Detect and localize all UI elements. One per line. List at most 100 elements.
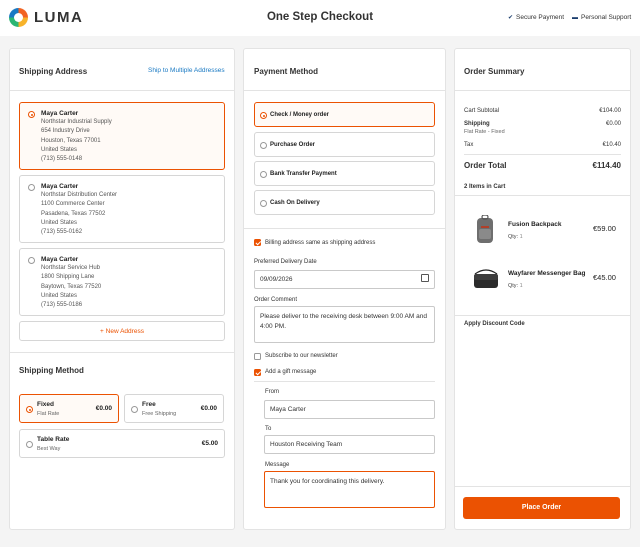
payment-option-label: Purchase Order [270,142,316,148]
place-order-button[interactable]: Place Order [463,497,620,519]
address-text: Maya Carter Northstar Distribution Cente… [41,183,118,236]
product-name: Wayfarer Messenger Bag [508,270,586,277]
shipping-option-name: Free [142,401,156,408]
product-qty: Qty: 1 [508,283,523,289]
shipping-option-free[interactable]: Free Free Shipping €0.00 [124,394,224,423]
comment-textarea[interactable]: Please deliver to the receiving desk bet… [254,306,435,343]
secure-payment-label: Secure Payment [516,14,565,21]
tax-value: €10.40 [602,142,621,148]
address-card[interactable]: Maya Carter Northstar Industrial Supply … [19,102,225,170]
total-value: €114.40 [592,161,621,170]
product-price: €45.00 [593,273,616,282]
divider [254,381,435,382]
payment-radio[interactable] [260,200,267,207]
gift-message-checkbox[interactable] [254,369,261,376]
divider [10,90,234,91]
divider [244,90,445,91]
shipping-radio[interactable] [26,406,33,413]
delivery-date-value: 09/09/2026 [260,276,293,283]
comment-label: Order Comment [254,297,298,303]
shipping-address-title: Shipping Address [19,67,88,76]
shipping-option-name: Table Rate [37,436,70,443]
headset-icon: ▬ [572,14,578,21]
shipping-value: €0.00 [605,121,621,127]
shipping-option-price: €0.00 [95,405,112,412]
shipping-method-title: Shipping Method [19,366,84,375]
total-row: Order Total €114.40 [464,161,621,170]
personal-support-label: Personal Support [581,14,632,21]
product-price: €59.00 [593,224,616,233]
payment-option-label: Check / Money order [270,112,330,118]
divider [455,195,630,196]
payment-option-purchase-order[interactable]: Purchase Order [254,132,435,157]
divider [455,315,630,316]
address-text: Maya Carter Northstar Service Hub 1800 S… [41,256,102,309]
total-label: Order Total [464,161,507,170]
secure-payment-badge: ✔ Secure Payment [508,14,564,21]
divider [464,154,621,155]
payment-option-check[interactable]: Check / Money order [254,102,435,127]
newsletter-label: Subscribe to our newsletter [265,353,338,359]
personal-support-link[interactable]: ▬ Personal Support [572,14,631,21]
gift-message-field-label: Message [265,462,290,468]
tax-row: Tax €10.40 [464,142,621,148]
payment-option-bank-transfer[interactable]: Bank Transfer Payment [254,161,435,186]
shipping-option-table-rate[interactable]: Table Rate Best Way €5.00 [19,429,225,458]
apply-discount-link[interactable]: Apply Discount Code [464,321,621,327]
billing-same-checkbox[interactable] [254,239,261,246]
address-radio[interactable] [28,257,35,264]
top-header: LUMA One Step Checkout ✔ Secure Payment … [0,0,640,36]
divider [10,352,234,353]
gift-message-textarea[interactable]: Thank you for coordinating this delivery… [264,471,435,508]
messenger-bag-image [474,269,498,288]
newsletter-checkbox[interactable] [254,353,261,360]
checkmark-icon: ✔ [508,15,514,21]
address-card[interactable]: Maya Carter Northstar Service Hub 1800 S… [19,248,225,316]
address-card[interactable]: Maya Carter Northstar Distribution Cente… [19,175,225,243]
subtotal-label: Cart Subtotal [464,108,500,114]
divider [455,90,630,91]
items-in-cart: 2 Items in Cart [464,184,506,190]
payment-method-title: Payment Method [254,67,319,76]
order-summary-title: Order Summary [464,67,525,76]
shipping-option-price: €5.00 [201,440,218,447]
subtotal-value: €104.00 [599,108,621,114]
ship-multiple-link[interactable]: Ship to Multiple Addresses [148,67,225,74]
shipping-option-sub: Flat Rate [37,411,60,417]
address-radio[interactable] [28,184,35,191]
payment-option-label: Cash On Delivery [270,200,320,206]
address-radio[interactable] [28,111,35,118]
divider [244,228,445,229]
new-address-button[interactable]: + New Address [19,321,225,341]
product-name: Fusion Backpack [508,221,562,228]
shipping-label: Shipping [464,121,490,127]
shipping-method-sub: Flat Rate - Fixed [464,129,505,135]
shipping-radio[interactable] [131,406,138,413]
gift-from-input[interactable]: Maya Carter [264,400,435,419]
delivery-date-input[interactable]: 09/09/2026 [254,270,435,289]
payment-option-cod[interactable]: Cash On Delivery [254,190,435,215]
gift-from-label: From [265,389,279,395]
subtotal-row: Cart Subtotal €104.00 [464,108,621,114]
gift-to-input[interactable]: Houston Receiving Team [264,435,435,454]
shipping-option-sub: Free Shipping [142,411,177,417]
payment-option-label: Bank Transfer Payment [270,171,337,177]
gift-to-label: To [265,426,272,432]
shipping-radio[interactable] [26,441,33,448]
shipping-option-price: €0.00 [200,405,217,412]
payment-radio[interactable] [260,142,267,149]
billing-same-label: Billing address same as shipping address [265,240,376,246]
calendar-icon[interactable] [421,274,429,282]
gift-message-label: Add a gift message [265,369,317,375]
shipping-option-fixed[interactable]: Fixed Flat Rate €0.00 [19,394,119,423]
shipping-option-name: Fixed [37,401,54,408]
payment-radio[interactable] [260,171,267,178]
backpack-image [477,215,493,243]
payment-radio[interactable] [260,112,267,119]
delivery-date-label: Preferred Delivery Date [254,259,317,265]
divider [455,486,630,487]
shipping-row: Shipping €0.00 [464,121,621,127]
address-text: Maya Carter Northstar Industrial Supply … [41,110,112,163]
product-qty: Qty: 1 [508,234,523,240]
shipping-option-sub: Best Way [37,446,61,452]
